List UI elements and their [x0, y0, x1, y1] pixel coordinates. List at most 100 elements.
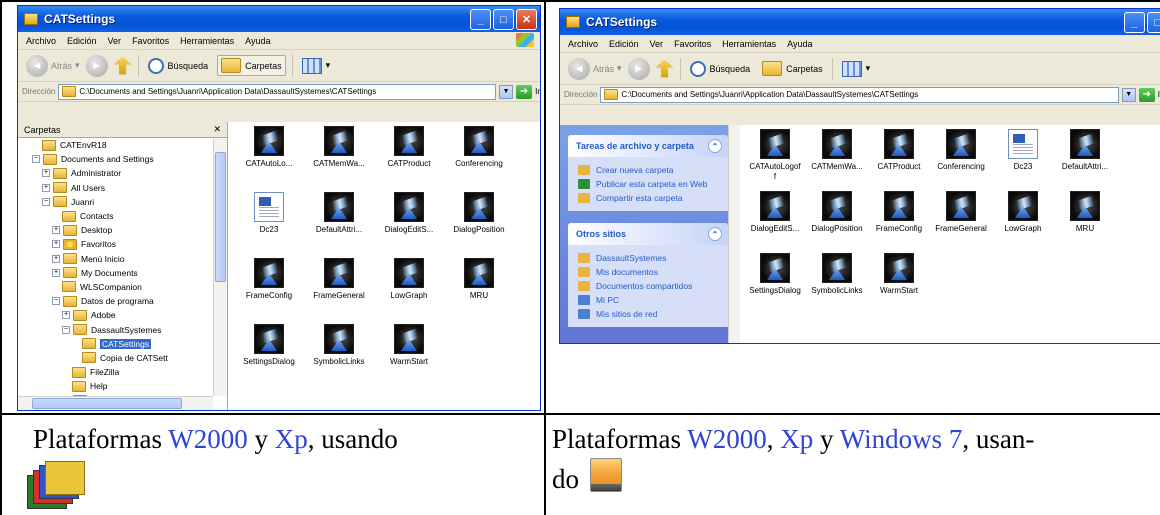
search-button[interactable]: Búsqueda: [145, 56, 212, 76]
file-item[interactable]: DialogPosition: [802, 191, 872, 234]
tree-vertical-scrollbar[interactable]: [213, 138, 227, 396]
collapse-icon[interactable]: −: [32, 155, 40, 164]
expand-icon[interactable]: +: [52, 226, 60, 235]
task-link[interactable]: DassaultSystemes: [578, 251, 720, 265]
search-button[interactable]: Búsqueda: [687, 59, 754, 79]
go-button[interactable]: ➔: [516, 84, 533, 99]
tree-node[interactable]: + Favoritos: [18, 237, 213, 251]
file-item[interactable]: CATMemWa...: [802, 129, 872, 172]
xp-link[interactable]: Xp: [780, 424, 813, 454]
file-item[interactable]: LowGraph: [988, 191, 1058, 234]
tree-node[interactable]: − DassaultSystemes: [18, 322, 213, 336]
tree-node[interactable]: + My Documents: [18, 266, 213, 280]
collapse-icon[interactable]: −: [52, 297, 60, 306]
menu-item-2[interactable]: Ver: [108, 36, 122, 46]
file-item[interactable]: DialogEditS...: [374, 192, 444, 235]
file-item[interactable]: DialogPosition: [444, 192, 514, 235]
task-box-header[interactable]: Tareas de archivo y carpeta ⌃: [568, 135, 728, 157]
tree-node[interactable]: CATEnvR18: [18, 138, 213, 152]
file-item[interactable]: SettingsDialog: [740, 253, 810, 296]
menu-item-3[interactable]: Favoritos: [674, 39, 711, 49]
tree-node[interactable]: − Juanri: [18, 195, 213, 209]
file-item[interactable]: Conferencing: [926, 129, 996, 172]
tree-node[interactable]: − Documents and Settings: [18, 152, 213, 166]
expand-icon[interactable]: +: [42, 183, 50, 192]
tree-node[interactable]: − Datos de programa: [18, 294, 213, 308]
collapse-icon[interactable]: −: [62, 325, 70, 334]
task-link[interactable]: Documentos compartidos: [578, 279, 720, 293]
menu-item-4[interactable]: Herramientas: [722, 39, 776, 49]
close-button[interactable]: ✕: [516, 9, 537, 30]
forward-button[interactable]: ►: [85, 54, 108, 77]
views-button[interactable]: ▾: [299, 56, 334, 76]
file-item[interactable]: Dc23: [234, 192, 304, 235]
title-bar[interactable]: CATSettings _ □ ✕: [18, 6, 540, 32]
tree-node[interactable]: + Adobe: [18, 308, 213, 322]
file-item[interactable]: FrameGeneral: [926, 191, 996, 234]
menu-item-5[interactable]: Ayuda: [787, 39, 812, 49]
file-item[interactable]: SymbolicLinks: [304, 324, 374, 367]
up-folder-icon[interactable]: [113, 56, 132, 75]
menu-item-0[interactable]: Archivo: [26, 36, 56, 46]
forward-button[interactable]: ►: [627, 57, 650, 80]
menu-item-4[interactable]: Herramientas: [180, 36, 234, 46]
file-item[interactable]: FrameConfig: [234, 258, 304, 301]
menu-item-3[interactable]: Favoritos: [132, 36, 169, 46]
task-box-header[interactable]: Otros sitios ⌃: [568, 223, 728, 245]
menu-item-5[interactable]: Ayuda: [245, 36, 270, 46]
file-item[interactable]: SymbolicLinks: [802, 253, 872, 296]
folders-button[interactable]: Carpetas: [759, 59, 826, 78]
tree-node[interactable]: + All Users: [18, 181, 213, 195]
file-item[interactable]: LowGraph: [374, 258, 444, 301]
views-button[interactable]: ▾: [839, 59, 874, 79]
file-item[interactable]: WarmStart: [374, 324, 444, 367]
menu-item-1[interactable]: Edición: [609, 39, 639, 49]
up-folder-icon[interactable]: [655, 59, 674, 78]
menu-item-2[interactable]: Ver: [650, 39, 664, 49]
file-item[interactable]: FrameGeneral: [304, 258, 374, 301]
expand-icon[interactable]: +: [52, 268, 60, 277]
task-link[interactable]: Compartir esta carpeta: [578, 191, 720, 205]
address-dropdown[interactable]: ▼: [499, 84, 514, 99]
title-bar[interactable]: CATSettings _ □: [560, 9, 1160, 35]
file-item[interactable]: DialogEditS...: [740, 191, 810, 234]
file-item[interactable]: CATAutoLogof f: [740, 129, 810, 182]
tree-horizontal-scrollbar[interactable]: [18, 396, 213, 410]
xp-link[interactable]: Xp: [275, 424, 308, 454]
task-link[interactable]: Mis sitios de red: [578, 307, 720, 321]
tree-node[interactable]: + Desktop: [18, 223, 213, 237]
expand-icon[interactable]: +: [52, 240, 60, 249]
address-dropdown[interactable]: ▼: [1121, 87, 1136, 102]
tree-node[interactable]: CATSettings: [18, 337, 213, 351]
file-item[interactable]: MRU: [444, 258, 514, 301]
tree-node[interactable]: Help: [18, 379, 213, 393]
file-item[interactable]: DefaultAttri...: [304, 192, 374, 235]
expand-icon[interactable]: +: [62, 311, 70, 320]
file-item[interactable]: Conferencing: [444, 126, 514, 169]
file-item[interactable]: CATProduct: [864, 129, 934, 172]
task-pane-scrollbar[interactable]: [728, 125, 740, 343]
collapse-icon[interactable]: −: [42, 197, 50, 206]
minimize-button[interactable]: _: [470, 9, 491, 30]
file-item[interactable]: Dc23: [988, 129, 1058, 172]
maximize-button[interactable]: □: [1147, 12, 1160, 33]
collapse-chevron-icon[interactable]: ⌃: [708, 227, 722, 241]
tree-node[interactable]: WLSCompanion: [18, 280, 213, 294]
file-item[interactable]: CATMemWa...: [304, 126, 374, 169]
w2000-link[interactable]: W2000: [687, 424, 766, 454]
tree-node[interactable]: Contacts: [18, 209, 213, 223]
tree-node[interactable]: + Administrator: [18, 166, 213, 180]
file-item[interactable]: SettingsDialog: [234, 324, 304, 367]
back-button[interactable]: ◄ Atrás ▾: [568, 57, 622, 80]
go-button[interactable]: ➔: [1138, 87, 1155, 102]
task-link[interactable]: Mi PC: [578, 293, 720, 307]
file-item[interactable]: FrameConfig: [864, 191, 934, 234]
tree-node[interactable]: + Menú Inicio: [18, 252, 213, 266]
minimize-button[interactable]: _: [1124, 12, 1145, 33]
expand-icon[interactable]: +: [42, 169, 50, 178]
maximize-button[interactable]: □: [493, 9, 514, 30]
menu-item-1[interactable]: Edición: [67, 36, 97, 46]
file-item[interactable]: CATProduct: [374, 126, 444, 169]
expand-icon[interactable]: +: [52, 254, 60, 263]
tree-node[interactable]: FileZilla: [18, 365, 213, 379]
